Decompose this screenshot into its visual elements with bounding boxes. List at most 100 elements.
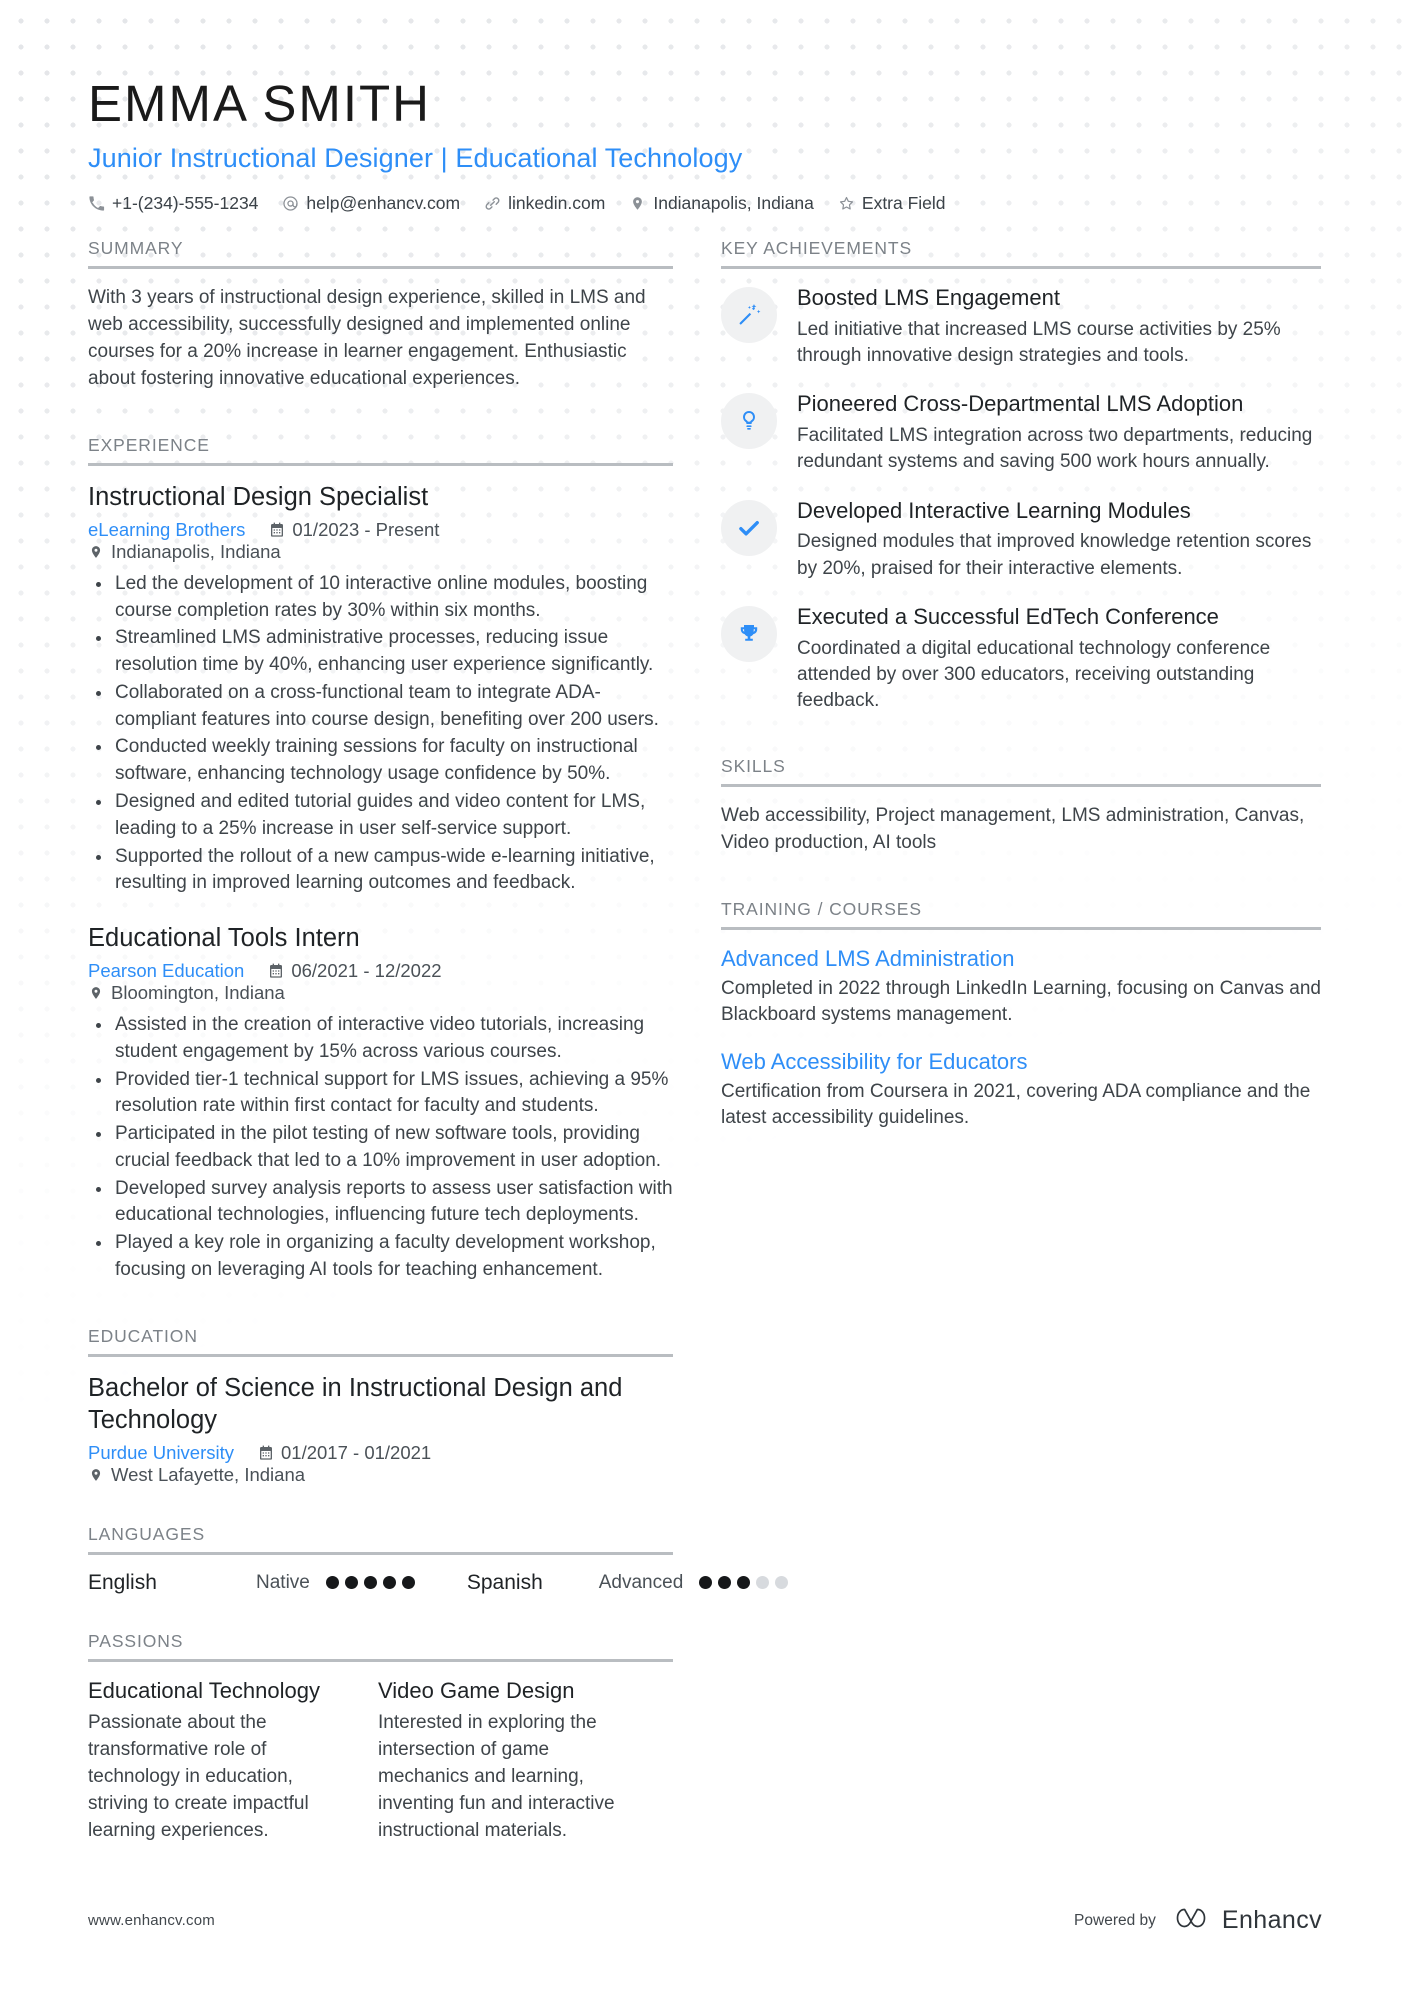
achievement-item: Executed a Successful EdTech Conference … [721, 604, 1321, 714]
rating-dot [699, 1576, 713, 1590]
rating-dot [401, 1576, 415, 1590]
language-rating [699, 1576, 789, 1590]
section-title-languages: LANGUAGES [88, 1523, 206, 1544]
calendar-icon [258, 1445, 274, 1461]
achievement-badge [721, 287, 777, 343]
list-item: Conducted weekly training sessions for f… [88, 734, 673, 788]
experience-company[interactable]: Pearson Education [88, 960, 244, 982]
contact-link-text: linkedin.com [508, 193, 606, 213]
rating-dot [344, 1576, 358, 1590]
contact-extra-text: Extra Field [861, 193, 946, 213]
experience-bullets: Assisted in the creation of interactive … [88, 1012, 673, 1284]
footer-website-url[interactable]: www.enhancv.com [88, 1912, 215, 1929]
language-rating [325, 1576, 415, 1590]
language-name: English [88, 1570, 157, 1594]
list-item: Designed and edited tutorial guides and … [88, 789, 673, 843]
achievement-item: Pioneered Cross-Departmental LMS Adoptio… [721, 391, 1321, 475]
list-item: Streamlined LMS administrative processes… [88, 625, 673, 679]
experience-location: Indianapolis, Indiana [88, 541, 281, 563]
contact-extra[interactable]: Extra Field [838, 193, 946, 214]
section-languages: LANGUAGES English Native Spanish Advance… [88, 1523, 789, 1595]
section-title-education: EDUCATION [88, 1325, 198, 1346]
resume-content: EMMA SMITH Junior Instructional Designer… [0, 0, 1410, 1851]
contact-phone[interactable]: +1-(234)-555-1234 [88, 193, 258, 214]
contact-location[interactable]: Indianapolis, Indiana [629, 193, 814, 214]
section-summary: SUMMARY With 3 years of instructional de… [88, 238, 673, 393]
section-rule [88, 1658, 673, 1662]
course-name[interactable]: Advanced LMS Administration [721, 946, 1321, 972]
section-title-key-achievements: KEY ACHIEVEMENTS [721, 238, 913, 258]
enhancv-brand-name: Enhancv [1221, 1906, 1322, 1934]
contact-link[interactable]: linkedin.com [484, 193, 605, 214]
list-item: Played a key role in organizing a facult… [88, 1230, 673, 1284]
list-item: Supported the rollout of a new campus-wi… [88, 844, 673, 898]
section-rule [88, 462, 673, 466]
achievement-description: Facilitated LMS integration across two d… [797, 425, 1313, 473]
section-title-skills: SKILLS [721, 756, 786, 777]
contact-email[interactable]: help@enhancv.com [282, 193, 460, 214]
achievement-badge [721, 605, 777, 662]
enhancv-brand[interactable]: Enhancv [1170, 1904, 1322, 1937]
achievement-item: Developed Interactive Learning Modules D… [721, 498, 1321, 582]
list-item: Participated in the pilot testing of new… [88, 1121, 673, 1175]
experience-entry: Educational Tools Intern Pearson Educati… [88, 923, 673, 1284]
passion-description: Interested in exploring the intersection… [378, 1711, 615, 1841]
section-rule [88, 1353, 673, 1357]
course-item: Advanced LMS Administration Completed in… [721, 946, 1321, 1028]
experience-dates: 01/2023 - Present [269, 519, 439, 541]
section-title-summary: SUMMARY [88, 238, 184, 258]
candidate-name: EMMA SMITH [88, 75, 432, 132]
contact-email-text: help@enhancv.com [306, 193, 461, 213]
list-item: Collaborated on a cross-functional team … [88, 680, 673, 734]
achievement-badge [721, 393, 777, 450]
rating-dot [718, 1576, 732, 1590]
experience-company[interactable]: eLearning Brothers [88, 519, 245, 541]
language-item: Spanish Advanced [467, 1571, 789, 1595]
list-item: Led the development of 10 interactive on… [88, 571, 673, 625]
achievement-item: Boosted LMS Engagement Led initiative th… [721, 285, 1321, 369]
education-location: West Lafayette, Indiana [88, 1464, 305, 1486]
section-rule [88, 1551, 673, 1555]
skills-text: Web accessibility, Project management, L… [721, 805, 1305, 854]
achievement-body: Developed Interactive Learning Modules D… [797, 498, 1321, 582]
experience-meta: eLearning Brothers 01/2023 - Present Ind… [88, 519, 673, 563]
education-dates-text: 01/2017 - 01/2021 [281, 1441, 432, 1463]
achievement-description: Coordinated a digital educational techno… [797, 637, 1271, 712]
section-experience: EXPERIENCE Instructional Design Speciali… [88, 435, 673, 1284]
section-title-training: TRAINING / COURSES [721, 899, 922, 920]
education-school[interactable]: Purdue University [88, 1442, 234, 1464]
passions-grid: Educational Technology Passionate about … [88, 1678, 673, 1845]
section-training: TRAINING / COURSES Advanced LMS Administ… [721, 899, 1321, 1131]
list-item: Assisted in the creation of interactive … [88, 1012, 673, 1066]
rating-dot [756, 1576, 770, 1590]
language-item: English Native [88, 1571, 415, 1595]
course-name[interactable]: Web Accessibility for Educators [721, 1049, 1321, 1075]
rating-dot [363, 1576, 377, 1590]
experience-location: Bloomington, Indiana [88, 982, 285, 1004]
passion-name: Educational Technology [88, 1677, 320, 1703]
location-icon [88, 1467, 104, 1483]
course-item: Web Accessibility for Educators Certific… [721, 1049, 1321, 1131]
rating-dot [382, 1576, 396, 1590]
experience-location-text: Indianapolis, Indiana [111, 540, 281, 562]
experience-meta: Pearson Education 06/2021 - 12/2022 Bloo… [88, 960, 673, 1004]
passion-item: Educational Technology Passionate about … [88, 1678, 378, 1845]
experience-location-text: Bloomington, Indiana [111, 982, 285, 1003]
passion-description: Passionate about the transformative role… [88, 1711, 309, 1841]
education-entry: Bachelor of Science in Instructional Des… [88, 1373, 673, 1486]
experience-role: Educational Tools Intern [88, 924, 360, 953]
course-description: Completed in 2022 through LinkedIn Learn… [721, 978, 1321, 1026]
language-level: Advanced [598, 1571, 684, 1593]
list-item: Developed survey analysis reports to ass… [88, 1176, 673, 1230]
footer-branding: Powered by Enhancv [1074, 1904, 1322, 1937]
passion-item: Video Game Design Interested in explorin… [378, 1678, 668, 1845]
right-column: KEY ACHIEVEMENTS Boosted LMS Engagement … [721, 238, 1321, 1151]
rating-dot [737, 1576, 751, 1590]
education-location-text: West Lafayette, Indiana [111, 1463, 306, 1485]
location-icon [629, 195, 646, 212]
